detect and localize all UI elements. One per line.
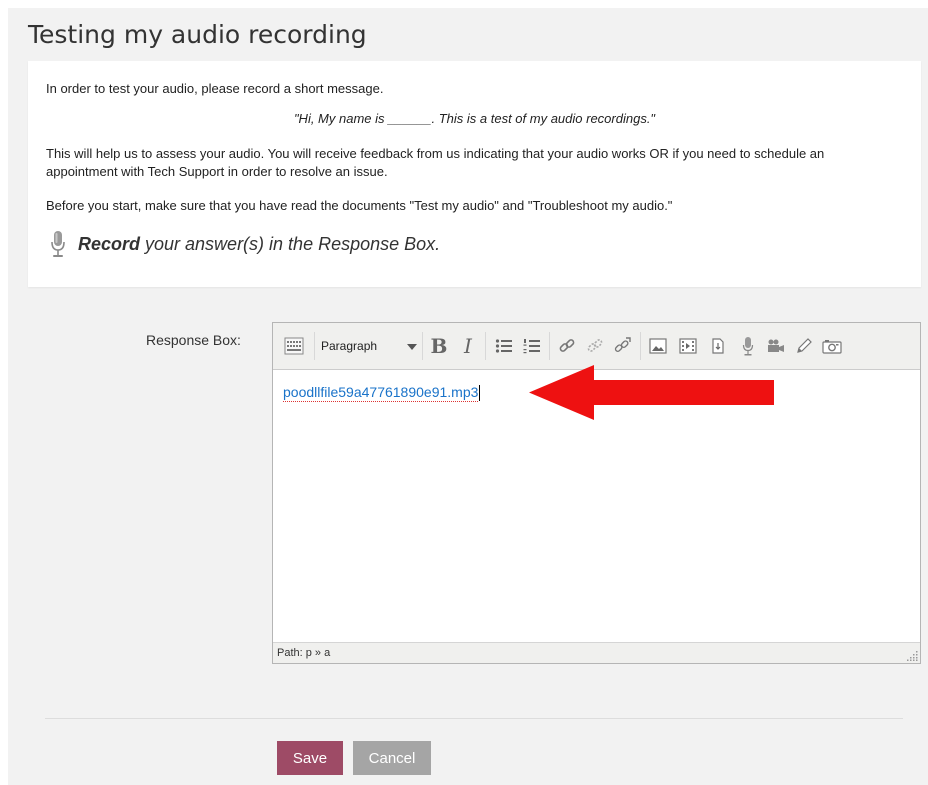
draw-button[interactable] [791, 332, 817, 360]
unlink-icon [587, 339, 603, 352]
instruction-line-2: This will help us to assess your audio. … [46, 146, 825, 179]
snapshot-button[interactable] [819, 332, 845, 360]
page-background: Testing my audio recording In order to t… [8, 8, 928, 785]
form-divider [45, 718, 903, 719]
format-dropdown-value: Paragraph [321, 339, 378, 353]
chevron-down-icon [407, 344, 417, 350]
response-box-label: Response Box: [146, 332, 241, 348]
record-instruction: Record your answer(s) in the Response Bo… [50, 230, 440, 258]
toolbar-separator [549, 332, 550, 360]
record-instruction-text: your answer(s) in the Response Box. [145, 233, 441, 254]
page-title: Testing my audio recording [28, 20, 367, 49]
editor-path-text: Path: p » a [277, 647, 331, 659]
toolbar-separator [485, 332, 486, 360]
toolbar-separator [422, 332, 423, 360]
bold-button[interactable]: B [426, 332, 452, 360]
editor-content[interactable]: poodllfile59a47761890e91.mp3 [283, 384, 481, 402]
audio-file-link[interactable]: poodllfile59a47761890e91.mp3 [283, 384, 479, 402]
pencil-icon [797, 338, 812, 353]
toolbar-separator [314, 332, 315, 360]
microphone-icon [742, 337, 754, 356]
media-icon [679, 338, 697, 354]
file-picker-button[interactable] [705, 332, 731, 360]
file-picker-icon [712, 338, 724, 354]
bullet-list-icon [495, 339, 512, 353]
italic-button[interactable]: I [455, 332, 481, 360]
format-dropdown[interactable]: Paragraph [317, 333, 419, 359]
text-cursor [479, 385, 481, 402]
record-video-button[interactable] [763, 332, 789, 360]
microphone-icon [51, 231, 65, 257]
red-arrow-annotation [529, 365, 774, 420]
toolbar-toggle-icon [284, 337, 304, 355]
instruction-line-1: In order to test your audio, please reco… [46, 81, 384, 96]
anchor-link-button[interactable] [610, 332, 636, 360]
image-button[interactable] [645, 332, 671, 360]
instructions-card: In order to test your audio, please reco… [28, 61, 921, 287]
record-bold-word: Record [78, 233, 141, 254]
image-icon [649, 338, 667, 354]
instruction-quote: "Hi, My name is ______. This is a test o… [293, 111, 656, 126]
record-audio-button[interactable] [735, 332, 761, 360]
toolbar-toggle-button[interactable] [281, 332, 307, 360]
editor-path-bar: Path: p » a [273, 642, 920, 663]
anchor-link-icon [614, 337, 631, 353]
unlink-button[interactable] [582, 332, 608, 360]
bullet-list-button[interactable] [491, 332, 517, 360]
save-button[interactable]: Save [277, 741, 343, 775]
link-icon [559, 339, 575, 352]
snapshot-camera-icon [822, 340, 842, 354]
editor-toolbar: Paragraph B I [273, 323, 920, 370]
numbered-list-button[interactable] [519, 332, 545, 360]
instruction-line-3: Before you start, make sure that you hav… [46, 198, 673, 213]
link-button[interactable] [554, 332, 580, 360]
video-camera-icon [768, 339, 784, 352]
numbered-list-icon [523, 339, 540, 354]
cancel-button[interactable]: Cancel [353, 741, 431, 775]
media-button[interactable] [675, 332, 701, 360]
resize-grip-icon[interactable] [906, 649, 918, 661]
toolbar-separator [640, 332, 641, 360]
